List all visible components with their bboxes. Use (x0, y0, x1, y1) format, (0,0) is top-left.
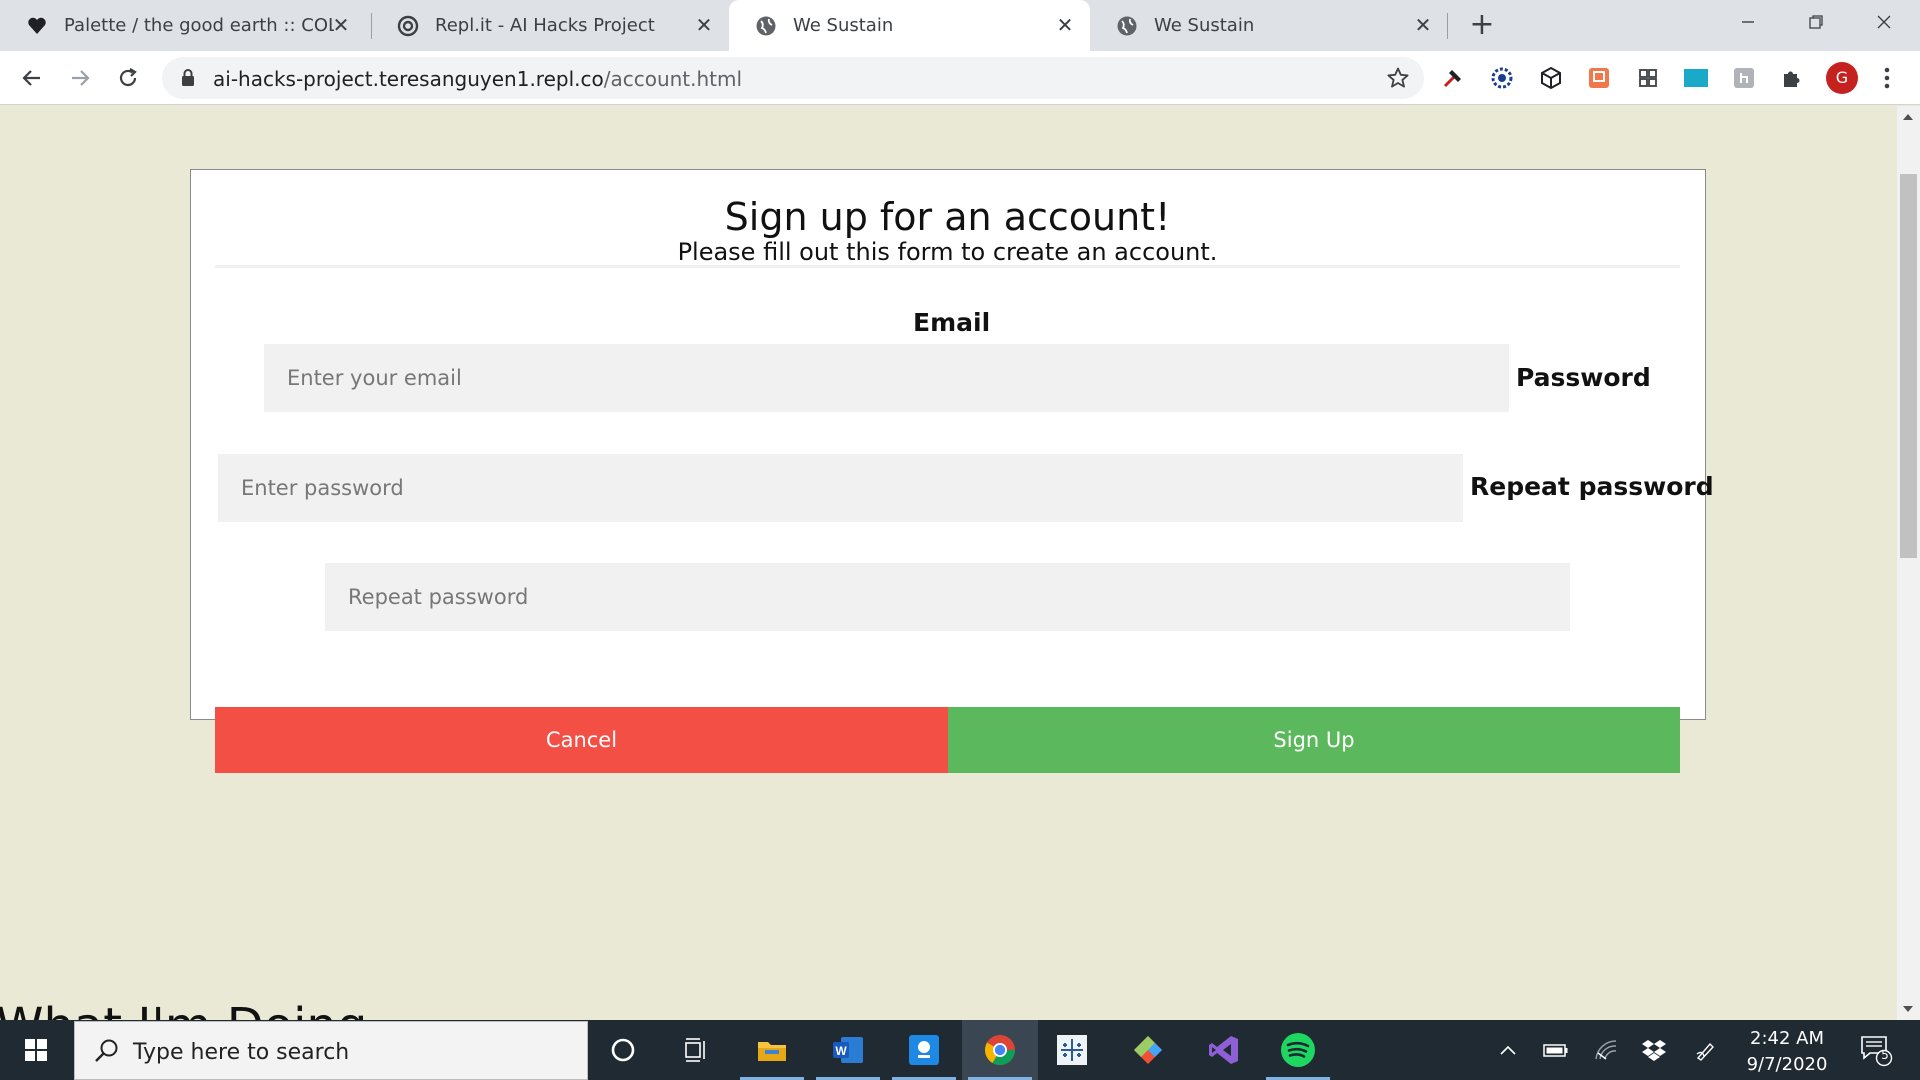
arrow-left-icon (22, 70, 40, 86)
search-icon (93, 1037, 121, 1069)
extension-grid-icon[interactable] (1635, 65, 1661, 91)
browser-toolbar: ai-hacks-project.teresanguyen1.repl.co/a… (0, 51, 1920, 105)
tab-title: Repl.it - AI Hacks Project (435, 15, 655, 36)
windows-taskbar: Type here to search W 2:42 AM 9/7/2020 5 (0, 1020, 1920, 1080)
url-path: /account.html (603, 67, 743, 91)
tab-we-sustain-active[interactable]: We Sustain ✕ (729, 0, 1090, 51)
tab-separator (1447, 13, 1448, 39)
close-window-button[interactable] (1850, 0, 1918, 44)
page-scrollbar[interactable] (1897, 106, 1920, 1020)
heart-icon (26, 15, 48, 37)
chevron-up-icon[interactable] (1494, 1020, 1522, 1080)
word-icon[interactable]: W (810, 1020, 886, 1080)
arrow-right-icon (72, 70, 90, 86)
reload-button[interactable] (112, 62, 144, 94)
email-label: Email (913, 308, 991, 337)
sign-up-button[interactable]: Sign Up (948, 707, 1680, 773)
divider (215, 265, 1680, 268)
lock-icon (180, 68, 196, 92)
back-button[interactable] (16, 62, 48, 94)
battery-icon[interactable] (1540, 1020, 1572, 1080)
tableau-icon[interactable] (1034, 1020, 1110, 1080)
tab-palette[interactable]: Palette / the good earth :: COLOU ✕ (0, 0, 366, 51)
forward-button[interactable] (64, 62, 96, 94)
scroll-down-icon[interactable] (1903, 1006, 1913, 1012)
globe-icon (1116, 15, 1138, 37)
task-view-icon[interactable] (658, 1020, 734, 1080)
extension-gray-icon[interactable] (1731, 65, 1757, 91)
pen-icon[interactable] (1690, 1020, 1722, 1080)
tab-title: Palette / the good earth :: COLOU (64, 15, 334, 36)
tab-title: We Sustain (793, 15, 894, 36)
password-input[interactable] (218, 454, 1463, 522)
password-label: Password (1516, 363, 1651, 392)
close-icon[interactable]: ✕ (330, 14, 352, 36)
profile-avatar[interactable]: G (1826, 62, 1858, 94)
git-kraken-icon[interactable] (1110, 1020, 1186, 1080)
extension-cube-icon[interactable] (1538, 65, 1564, 91)
clock-time: 2:42 AM (1750, 1028, 1824, 1049)
tab-replit[interactable]: Repl.it - AI Hacks Project ✕ (371, 0, 729, 51)
minimize-button[interactable] (1714, 0, 1782, 44)
close-icon[interactable]: ✕ (1412, 14, 1434, 36)
bookmark-star-icon[interactable] (1386, 66, 1410, 94)
chrome-icon[interactable] (962, 1020, 1038, 1080)
scrollbar-thumb[interactable] (1900, 174, 1917, 558)
tab-title: We Sustain (1154, 15, 1255, 36)
search-placeholder: Type here to search (133, 1040, 350, 1065)
close-icon[interactable]: ✕ (1054, 14, 1076, 36)
url-host: ai-hacks-project.teresanguyen1.repl.co (213, 67, 604, 91)
url-text: ai-hacks-project.teresanguyen1.repl.co/a… (213, 67, 742, 91)
extension-gear-icon[interactable] (1489, 65, 1515, 91)
page-subtitle: Please fill out this form to create an a… (677, 238, 1218, 266)
dropbox-icon[interactable] (1638, 1020, 1670, 1080)
restore-button[interactable] (1782, 0, 1850, 44)
extension-teal-icon[interactable] (1683, 65, 1709, 91)
cancel-button[interactable]: Cancel (215, 707, 948, 773)
page-title: Sign up for an account! (724, 195, 1171, 239)
clock-date: 9/7/2020 (1746, 1054, 1828, 1075)
close-icon[interactable]: ✕ (693, 14, 715, 36)
more-options-icon[interactable] (1876, 65, 1898, 91)
wifi-icon[interactable] (1590, 1020, 1622, 1080)
address-bar[interactable]: ai-hacks-project.teresanguyen1.repl.co/a… (162, 57, 1424, 99)
tab-strip: Palette / the good earth :: COLOU ✕ Repl… (0, 0, 1920, 51)
globe-icon (755, 15, 777, 37)
windows-logo-icon (25, 1039, 47, 1061)
repeat-password-label: Repeat password (1470, 472, 1714, 501)
file-explorer-icon[interactable] (734, 1020, 810, 1080)
taskbar-search[interactable]: Type here to search (74, 1021, 588, 1080)
reload-icon (119, 68, 137, 87)
extension-clipper-icon[interactable] (1586, 65, 1612, 91)
tab-we-sustain[interactable]: We Sustain ✕ (1090, 0, 1448, 51)
extensions-puzzle-icon[interactable] (1779, 65, 1805, 91)
notification-count: 5 (1881, 1048, 1889, 1062)
svg-text:W: W (835, 1044, 847, 1058)
vpn-app-icon[interactable] (886, 1020, 962, 1080)
extension-hammer-icon[interactable] (1440, 65, 1466, 91)
system-clock[interactable]: 2:42 AM 9/7/2020 (1728, 1026, 1846, 1078)
email-input[interactable] (264, 344, 1509, 412)
visual-studio-icon[interactable] (1186, 1020, 1262, 1080)
start-button[interactable] (0, 1020, 72, 1080)
cortana-icon[interactable] (585, 1020, 661, 1080)
replit-icon (397, 15, 419, 37)
scroll-up-icon[interactable] (1903, 114, 1913, 120)
new-tab-button[interactable]: + (1466, 10, 1498, 42)
spotify-icon[interactable] (1260, 1020, 1336, 1080)
notification-center-icon[interactable]: 5 (1852, 1020, 1900, 1080)
repeat-password-input[interactable] (325, 563, 1570, 631)
